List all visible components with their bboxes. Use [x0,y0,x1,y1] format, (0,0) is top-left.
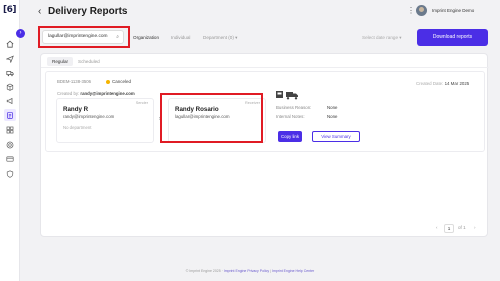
truck-icon[interactable] [6,69,14,77]
sidebar: [6] [0,0,20,281]
tab-regular[interactable]: Regular [47,57,74,66]
search-highlight [38,26,130,48]
help-center-link[interactable]: Imprint Engine Help Center [272,269,314,273]
more-options-icon[interactable]: ⋮ [407,6,415,15]
megaphone-icon[interactable] [6,97,14,105]
business-reason-value: None [327,105,338,110]
grid-icon[interactable] [6,126,14,134]
page-total: of 1 [458,225,466,230]
created-by: Created by: randy@imprintengine.com [57,91,135,96]
sender-email: randy@imprintengine.com [63,114,115,119]
created-date-value: 14 Mar 2025 [444,81,470,86]
business-reason-label: Business Reason: [276,105,312,110]
avatar[interactable] [416,5,427,16]
footer-separator: | [270,269,272,273]
filter-department[interactable]: Department (0) ▾ [203,35,237,41]
home-icon[interactable] [6,40,14,48]
footer-copyright: © Imprint Engine 2025 · [185,269,223,273]
status-badge: Canceled [112,79,132,84]
prev-page-icon[interactable]: ‹ [436,225,438,230]
sender-department: No department [63,125,92,130]
created-by-label: Created by: [57,91,80,96]
reports-panel: Regular Scheduled BDEM-1138-3506 Cancele… [40,53,489,237]
report-id: BDEM-1138-3506 [57,79,92,84]
sender-role: Sender [135,101,148,105]
sender-card: Sender Randy R randy@imprintengine.com N… [56,98,154,143]
next-page-icon[interactable]: › [474,225,476,230]
status-dot-icon [106,80,110,84]
privacy-link[interactable]: Imprint Engine Privacy Policy [224,269,269,273]
app-logo[interactable]: [6] [3,5,17,15]
back-icon[interactable]: ‹ [38,6,41,17]
send-icon[interactable] [6,55,14,63]
package-icon[interactable] [6,83,14,91]
copy-link-button[interactable]: Copy link [278,131,302,142]
card-icon[interactable] [6,155,14,163]
download-reports-button[interactable]: Download reports [417,29,488,46]
delivery-truck-icon [276,87,300,100]
tab-scheduled[interactable]: Scheduled [73,57,105,66]
created-by-email: randy@imprintengine.com [80,91,135,96]
recipient-highlight [160,93,263,143]
internal-notes-label: Internal Notes: [276,114,305,119]
created-date-label: Created Date: [416,81,444,86]
page-title: Delivery Reports [48,6,128,17]
current-page[interactable]: 1 [444,224,454,233]
shield-icon[interactable] [6,170,14,178]
filter-individual[interactable]: Individual [171,35,190,40]
date-range-select[interactable]: Select date range ▾ [362,35,402,41]
clipboard-icon[interactable] [4,109,16,121]
target-icon[interactable] [6,141,14,149]
report-card: BDEM-1138-3506 Canceled Created by: rand… [45,71,485,152]
sender-name: Randy R [63,106,89,113]
internal-notes-value: None [327,114,338,119]
filter-organization[interactable]: Organization [133,35,159,40]
top-bar: ‹ Delivery Reports ⋮ Imprint Engine Demo [20,0,500,24]
created-date: Created Date: 14 Mar 2025 [416,81,469,86]
user-name[interactable]: Imprint Engine Demo [432,8,474,13]
chevron-right-icon[interactable]: › [16,29,25,38]
view-summary-button[interactable]: View Summary [312,131,360,142]
footer: © Imprint Engine 2025 · Imprint Engine P… [0,269,500,273]
divider [41,67,489,68]
